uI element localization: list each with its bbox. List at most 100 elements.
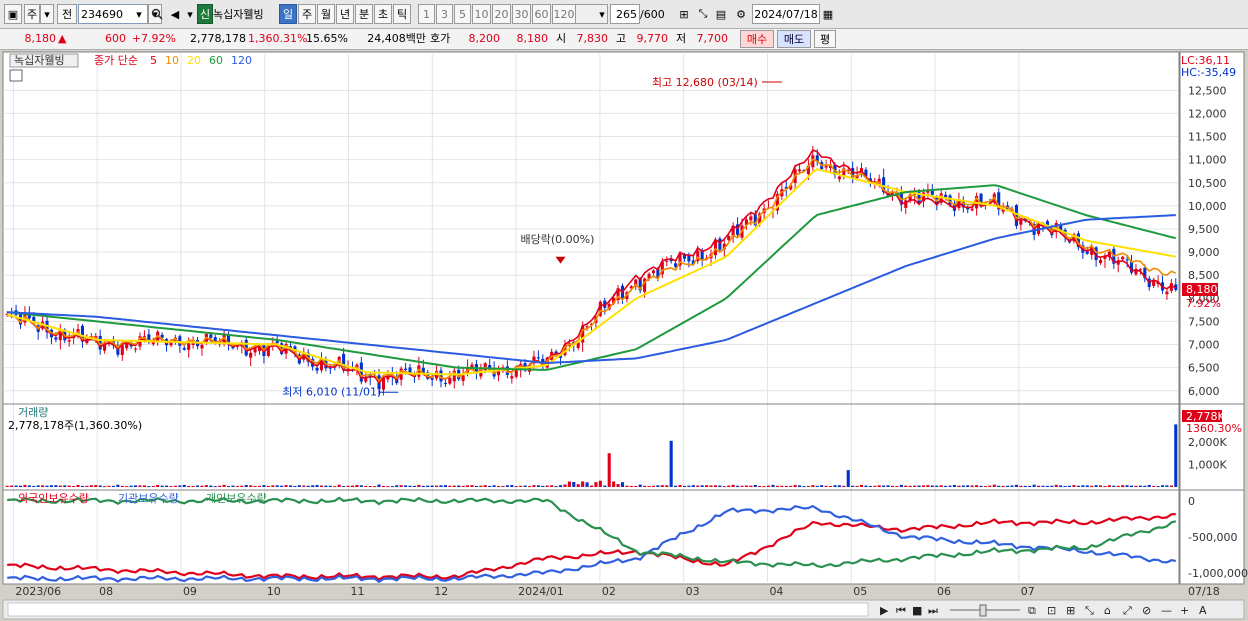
tick-button-10[interactable]: 10 — [472, 4, 491, 24]
volume-bar — [218, 485, 222, 487]
volume-bar — [328, 485, 332, 487]
bid-price: 8,180 — [516, 32, 549, 45]
tick-button-5[interactable]: 5 — [454, 4, 471, 24]
volume-bar — [1010, 485, 1014, 487]
candle-body — [443, 383, 447, 385]
volume-bar — [1023, 485, 1027, 487]
volume-bar — [904, 485, 908, 487]
type-select[interactable]: 주 — [24, 4, 40, 24]
sell-button[interactable]: 매도 — [777, 30, 811, 48]
volume-bar — [58, 485, 62, 487]
volume-bar — [377, 484, 381, 487]
volume-bar — [634, 485, 638, 487]
prev-label: 전 — [61, 8, 73, 21]
volume-bar — [966, 485, 970, 487]
volume-bar — [824, 485, 828, 487]
volume-bar — [1054, 484, 1058, 487]
volume-bar — [49, 485, 54, 487]
volume-bar — [32, 485, 36, 487]
prev-button[interactable]: 전 — [57, 4, 77, 24]
window-icon[interactable]: ▣ — [4, 4, 22, 24]
tick-button-20[interactable]: 20 — [492, 4, 511, 24]
chevron-down-icon[interactable]: ▾ — [40, 4, 54, 24]
volume-bar — [784, 485, 788, 487]
ask-label: 호가 — [430, 32, 451, 45]
period-select-chevron-icon[interactable]: ▾ — [596, 4, 608, 24]
volume-bar — [837, 485, 841, 487]
volume-bar — [541, 485, 545, 487]
search-icon[interactable] — [148, 4, 166, 24]
volume-bar — [399, 485, 403, 487]
tool-icon[interactable]: ⤡ — [694, 4, 712, 24]
gear-icon[interactable]: ⚙ — [732, 4, 750, 24]
tick-button-1[interactable]: 1 — [418, 4, 435, 24]
max-annotation: 최고 12,680 (03/14) — [652, 76, 758, 89]
tick-button-30[interactable]: 30 — [512, 4, 531, 24]
volume-bar — [806, 485, 810, 487]
tick-button-3[interactable]: 3 — [436, 4, 453, 24]
period-button-2[interactable]: 월 — [317, 4, 335, 24]
bottom-tool-icon: ⤢ — [1123, 604, 1132, 617]
volume-bar — [125, 486, 129, 488]
volume-bar — [129, 485, 133, 487]
buy-button[interactable]: 매수 — [740, 30, 774, 48]
volume-bar — [1098, 485, 1103, 487]
volume-bar — [558, 485, 563, 487]
period-button-3[interactable]: 년 — [336, 4, 354, 24]
x-tick-label: 08 — [99, 585, 113, 598]
volume-bar — [240, 485, 244, 487]
period-button-5[interactable]: 초 — [374, 4, 392, 24]
volume-bar — [736, 485, 740, 487]
tick-button-120[interactable]: 120 — [552, 4, 576, 24]
grid-icon[interactable]: ⊞ — [675, 4, 693, 24]
count-input[interactable]: 265 — [610, 4, 640, 24]
volume-bar — [952, 484, 957, 487]
volume-bar — [625, 485, 629, 487]
volume-bar — [457, 485, 461, 487]
stock-chart[interactable]: 녹십자웰빙 종가 단순 5 10 20 60 120 LC:36,11HC:-35,4912,… — [0, 50, 1248, 621]
volume-bar — [1121, 485, 1125, 487]
volume-bar — [519, 485, 523, 487]
tick-button-60[interactable]: 60 — [532, 4, 551, 24]
individual-legend: 개인보유수량 — [206, 492, 267, 505]
volume-bar — [793, 484, 797, 487]
calendar-icon[interactable]: ▦ — [820, 4, 836, 24]
volume-bar — [643, 485, 647, 487]
volume-bar — [151, 485, 155, 487]
price-tick-label: 12,500 — [1188, 84, 1227, 97]
volume-bar — [368, 486, 372, 488]
candle-body — [1165, 291, 1169, 295]
candle-body — [1121, 256, 1125, 260]
sound-dropdown-icon[interactable]: ▾ — [184, 4, 196, 24]
volume-bar — [386, 486, 390, 488]
volume-bar — [1134, 485, 1138, 487]
volume-bar — [581, 481, 585, 487]
volume-bar — [687, 485, 691, 487]
bottom-tool-icon: ⊡ — [1047, 604, 1056, 617]
volume-bar — [284, 485, 288, 487]
period-button-1[interactable]: 주 — [298, 4, 316, 24]
eval-button[interactable]: 평 — [814, 30, 836, 48]
scrollbar-thumb — [7, 602, 869, 617]
current-price-tag: 8,180 — [1186, 283, 1218, 296]
volume-bar — [536, 485, 540, 487]
price-tick-label: 7,000 — [1188, 339, 1220, 352]
period-button-6[interactable]: 틱 — [393, 4, 411, 24]
sound-icon[interactable]: ◀ — [166, 4, 184, 24]
volume-bar — [36, 485, 40, 487]
period-button-4[interactable]: 분 — [355, 4, 373, 24]
save-icon[interactable]: ▤ — [712, 4, 730, 24]
volume-bar — [731, 484, 735, 487]
volume-bar — [1063, 485, 1067, 487]
candle-body — [1152, 280, 1156, 286]
volume-bar — [1138, 485, 1142, 487]
volume-bar — [1076, 485, 1080, 487]
date-input[interactable]: 2024/07/18 — [752, 4, 820, 24]
period-button-0[interactable]: 일 — [279, 4, 297, 24]
volume-bar — [594, 482, 598, 487]
candle-body — [837, 176, 841, 180]
volume-bar — [364, 485, 368, 487]
volume-bar — [975, 485, 979, 487]
current-price: 8,180 — [24, 32, 57, 45]
candle-body — [315, 367, 319, 371]
